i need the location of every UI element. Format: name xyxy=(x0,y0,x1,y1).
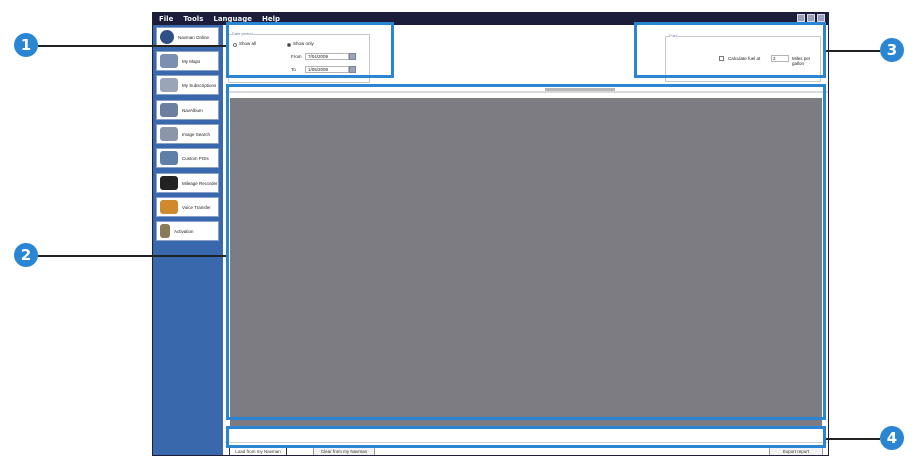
sidebar-item-label: Mileage Recorder xyxy=(182,180,218,186)
sidebar-item-custom-pois[interactable]: Custom POIs xyxy=(156,148,219,168)
clear-from-navman-button[interactable]: Clear from my Navman xyxy=(313,447,375,455)
sidebar-item-label: Custom POIs xyxy=(182,155,209,161)
sidebar-item-mileage-recorder[interactable]: Mileage Recorder xyxy=(156,173,219,193)
mileage-icon xyxy=(160,176,178,190)
sidebar: Navman Online My Maps My Subscriptions N… xyxy=(153,25,223,455)
maximize-button[interactable] xyxy=(807,14,815,22)
sidebar-item-navalbum[interactable]: NavAlbum xyxy=(156,100,219,120)
menu-file[interactable]: File xyxy=(159,14,173,24)
export-report-button[interactable]: Export report xyxy=(769,447,823,455)
custom-pois-icon xyxy=(160,151,178,165)
load-from-navman-button[interactable]: Load from my Navman xyxy=(229,447,287,455)
highlight-fuel xyxy=(634,22,826,78)
sidebar-item-label: Voice Transfer xyxy=(182,204,211,210)
callout-2-leader xyxy=(38,255,226,257)
highlight-button-bar xyxy=(226,426,826,448)
callout-badge-4: 4 xyxy=(880,426,904,450)
callout-4-leader xyxy=(826,438,880,440)
menu-tools[interactable]: Tools xyxy=(183,14,203,24)
sidebar-item-label: My Maps xyxy=(182,58,201,64)
sidebar-item-label: Activation xyxy=(174,228,194,234)
sidebar-item-label: Image Search xyxy=(182,131,211,137)
subscriptions-icon xyxy=(160,78,178,92)
close-button[interactable] xyxy=(817,14,825,22)
activation-icon xyxy=(160,224,170,238)
maps-icon xyxy=(160,54,178,68)
globe-icon xyxy=(160,30,174,44)
sidebar-item-label: My Subscriptions xyxy=(182,82,217,88)
sidebar-item-image-search[interactable]: Image Search xyxy=(156,124,219,144)
callout-badge-2: 2 xyxy=(14,243,38,267)
callout-3-leader xyxy=(826,50,880,52)
minimize-button[interactable] xyxy=(797,14,805,22)
sidebar-item-my-maps[interactable]: My Maps xyxy=(156,51,219,71)
image-search-icon xyxy=(160,127,178,141)
sidebar-item-label: Navman Online xyxy=(178,34,210,40)
highlight-date-filter xyxy=(226,22,394,78)
sidebar-item-navman-online[interactable]: Navman Online xyxy=(156,27,219,47)
callout-badge-3: 3 xyxy=(880,38,904,62)
highlight-report-area xyxy=(226,84,826,420)
callout-badge-1: 1 xyxy=(14,33,38,57)
sidebar-item-label: NavAlbum xyxy=(182,107,203,113)
sidebar-item-voice-transfer[interactable]: Voice Transfer xyxy=(156,197,219,217)
voice-transfer-icon xyxy=(160,200,178,214)
callout-1-leader xyxy=(38,45,226,47)
sidebar-item-my-subscriptions[interactable]: My Subscriptions xyxy=(156,75,219,95)
album-icon xyxy=(160,103,178,117)
window-controls xyxy=(797,14,825,22)
sidebar-item-activation[interactable]: Activation xyxy=(156,221,219,241)
